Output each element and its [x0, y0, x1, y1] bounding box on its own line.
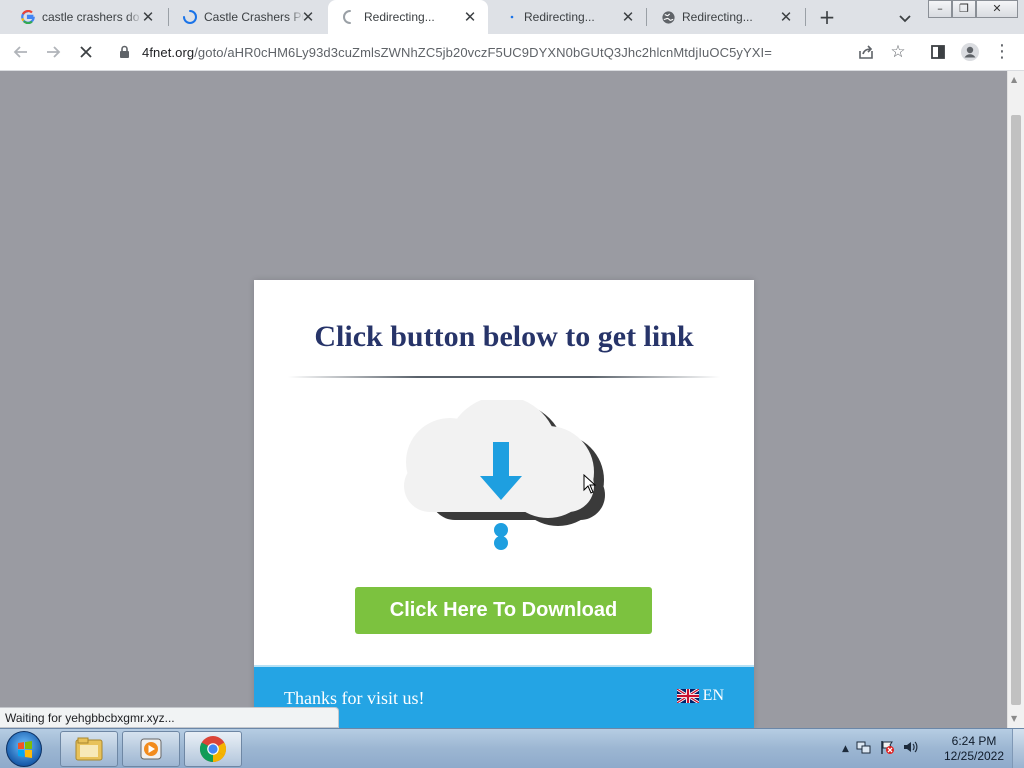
scroll-thumb[interactable]	[1011, 115, 1021, 705]
tab-title: Castle Crashers PC	[204, 10, 304, 24]
url-host: 4fnet.org	[142, 45, 195, 60]
tab-redirecting[interactable]: Redirecting... ✕	[488, 0, 646, 34]
language-label: EN	[702, 687, 724, 704]
taskbar-windows-explorer[interactable]	[60, 731, 118, 767]
title-divider	[288, 376, 720, 378]
share-icon[interactable]	[854, 40, 878, 64]
show-desktop-button[interactable]	[1012, 729, 1024, 768]
download-modal: Click button below to get link Click Her…	[254, 280, 754, 728]
tab-title: Redirecting...	[364, 10, 435, 24]
back-arrow-icon[interactable]	[9, 40, 33, 64]
show-hidden-icons-arrow[interactable]: ▲	[842, 744, 849, 754]
tab-close-icon[interactable]: ✕	[300, 9, 316, 25]
volume-icon[interactable]	[902, 739, 918, 759]
windows-explorer-icon	[75, 737, 103, 761]
loading-spinner-icon	[342, 9, 358, 25]
media-player-icon	[140, 738, 162, 760]
restore-icon[interactable]: ❐	[952, 0, 976, 18]
windows-taskbar: ▲ 6:24 PM 12/25/2022	[0, 728, 1024, 768]
tab-close-icon[interactable]: ✕	[140, 9, 156, 25]
tab-close-icon[interactable]: ✕	[778, 9, 794, 25]
footer-thanks-text: Thanks for visit us!	[284, 688, 425, 708]
tab-separator	[805, 8, 806, 26]
tab-close-icon[interactable]: ✕	[620, 9, 636, 25]
action-center-flag-icon[interactable]	[879, 739, 895, 759]
loading-spinner-icon	[182, 9, 198, 25]
google-icon	[20, 9, 36, 25]
tab-castle-crashers-pc[interactable]: Castle Crashers PC ✕	[168, 0, 326, 34]
side-panel-icon[interactable]	[926, 40, 950, 64]
minimize-icon[interactable]: –	[928, 0, 952, 18]
start-button[interactable]	[6, 731, 42, 767]
clock-time: 6:24 PM	[951, 734, 997, 748]
browser-toolbar: 4fnet.org/goto/aHR0cHM6Ly93d3cuZmlsZWNhZ…	[0, 34, 1024, 71]
tab-castle-crashers-search[interactable]: castle crashers do ✕	[6, 0, 166, 34]
tab-redirecting-active[interactable]: Redirecting... ✕	[328, 0, 488, 34]
tab-strip: castle crashers do ✕ Castle Crashers PC …	[0, 0, 1024, 34]
chevron-down-icon[interactable]	[894, 8, 916, 26]
profile-icon[interactable]	[958, 40, 982, 64]
cloud-download-icon[interactable]	[400, 400, 610, 560]
globe-icon	[660, 9, 676, 25]
plus-icon[interactable]: +	[816, 6, 838, 28]
tab-title: Redirecting...	[682, 10, 753, 24]
star-icon[interactable]: ☆	[886, 40, 910, 64]
system-tray: ▲	[842, 735, 918, 763]
windows-logo-icon	[18, 741, 32, 758]
clock-date: 12/25/2022	[943, 749, 1005, 763]
tab-close-icon[interactable]: ✕	[462, 9, 478, 25]
page-scrollbar[interactable]: ▲ ▼	[1007, 71, 1024, 728]
scroll-up-arrow-icon[interactable]: ▲	[1011, 75, 1017, 84]
uk-flag-icon	[676, 689, 699, 703]
taskbar-clock[interactable]: 6:24 PM 12/25/2022	[938, 734, 1010, 764]
forward-arrow-icon[interactable]	[41, 40, 65, 64]
tab-title: castle crashers do	[42, 10, 140, 24]
url-path: /goto/aHR0cHM6Ly93d3cuZmlsZWNhZC5jb20vcz…	[194, 45, 772, 60]
menu-icon[interactable]: ⋮	[990, 40, 1014, 64]
tab-title: Redirecting...	[524, 10, 595, 24]
mouse-cursor-icon	[583, 474, 596, 494]
address-bar[interactable]: 4fnet.org/goto/aHR0cHM6Ly93d3cuZmlsZWNhZ…	[142, 45, 772, 60]
close-icon[interactable]: ✕	[976, 0, 1018, 18]
modal-title: Click button below to get link	[314, 320, 694, 353]
network-icon[interactable]	[856, 739, 872, 759]
tab-redirecting[interactable]: Redirecting... ✕	[646, 0, 804, 34]
stop-loading-icon[interactable]	[74, 40, 98, 64]
language-selector[interactable]: EN	[676, 687, 724, 705]
chrome-icon	[199, 736, 227, 763]
scroll-down-arrow-icon[interactable]: ▼	[1011, 714, 1017, 723]
taskbar-media-player[interactable]	[122, 731, 180, 767]
status-bubble: Waiting for yehgbbcbxgmr.xyz...	[0, 707, 339, 728]
taskbar-chrome[interactable]	[184, 731, 242, 767]
lock-icon[interactable]	[116, 40, 132, 64]
dot-icon	[502, 9, 518, 25]
download-button[interactable]: Click Here To Download	[355, 587, 652, 634]
